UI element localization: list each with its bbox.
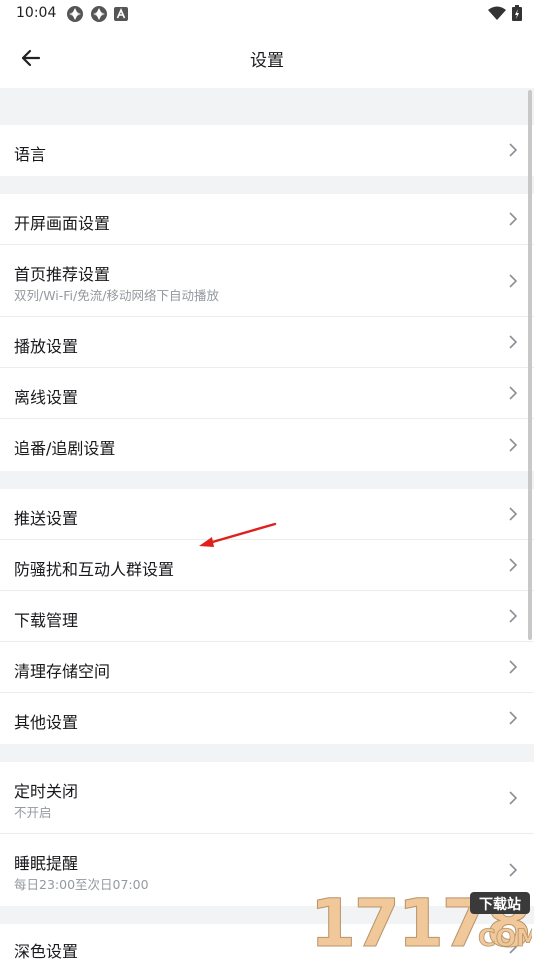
settings-item-subtitle: 双列/Wi-Fi/免流/移动网络下自动播放 [14,288,219,303]
watermark-badge: 下载站 [479,896,521,913]
settings-item-home-recommend[interactable]: 首页推荐设置 双列/Wi-Fi/免流/移动网络下自动播放 [0,245,534,317]
chevron-right-icon [509,558,518,572]
settings-item-other[interactable]: 其他设置 [0,693,534,744]
settings-item-title: 防骚扰和互动人群设置 [14,560,175,579]
settings-item-title: 离线设置 [14,388,79,407]
settings-item-title: 播放设置 [14,337,79,356]
status-bar: 10:04 [0,0,534,28]
app-notification-icon [67,6,83,22]
watermark-domain: COM [478,924,532,950]
app-header: 设置 [0,28,534,88]
settings-item-title: 清理存储空间 [14,662,111,681]
notification-icons [66,5,128,23]
settings-item-title: 追番/追剧设置 [14,439,116,458]
wifi-icon [488,6,506,20]
settings-group-general: 开屏画面设置 首页推荐设置 双列/Wi-Fi/免流/移动网络下自动播放 播放设置… [0,194,534,471]
settings-item-offline[interactable]: 离线设置 [0,368,534,419]
settings-item-follow[interactable]: 追番/追剧设置 [0,419,534,471]
settings-item-title: 下载管理 [14,611,79,630]
settings-item-clear-storage[interactable]: 清理存储空间 [0,642,534,693]
settings-item-title: 语言 [14,145,47,164]
chevron-right-icon [509,791,518,805]
settings-item-subtitle: 不开启 [14,805,52,820]
annotation-arrow-icon [199,522,277,547]
chevron-right-icon [509,335,518,349]
settings-item-title: 其他设置 [14,713,79,732]
settings-item-sleep-timer[interactable]: 定时关闭 不开启 [0,762,534,834]
page-title: 设置 [250,51,284,71]
chevron-right-icon [509,274,518,288]
settings-item-playback[interactable]: 播放设置 [0,317,534,368]
chevron-right-icon [509,386,518,400]
a-badge-icon [114,7,128,21]
chevron-right-icon [509,143,518,157]
chevron-right-icon [509,438,518,452]
chevron-right-icon [509,212,518,226]
system-status-icons [488,5,522,21]
chevron-right-icon [509,660,518,674]
chevron-right-icon [509,863,518,877]
watermark-logo: 17178 下载站 COM [310,888,532,950]
status-time: 10:04 [16,5,57,21]
settings-group-language: 语言 [0,125,534,176]
settings-item-downloads[interactable]: 下载管理 [0,591,534,642]
settings-item-title: 睡眠提醒 [14,854,79,873]
settings-item-title: 推送设置 [14,509,79,528]
settings-item-title: 深色设置 [14,942,79,961]
app-notification-icon [91,6,107,22]
settings-item-title: 开屏画面设置 [14,214,111,233]
battery-icon [512,5,522,21]
scrollbar[interactable] [528,90,532,640]
chevron-right-icon [509,507,518,521]
chevron-right-icon [509,609,518,623]
settings-item-title: 定时关闭 [14,782,79,801]
chevron-right-icon [509,711,518,725]
settings-item-language[interactable]: 语言 [0,125,534,176]
settings-item-subtitle: 每日23:00至次日07:00 [14,877,149,892]
settings-item-splash[interactable]: 开屏画面设置 [0,194,534,245]
settings-group-timers: 定时关闭 不开启 睡眠提醒 每日23:00至次日07:00 [0,762,534,906]
settings-item-title: 首页推荐设置 [14,265,111,284]
